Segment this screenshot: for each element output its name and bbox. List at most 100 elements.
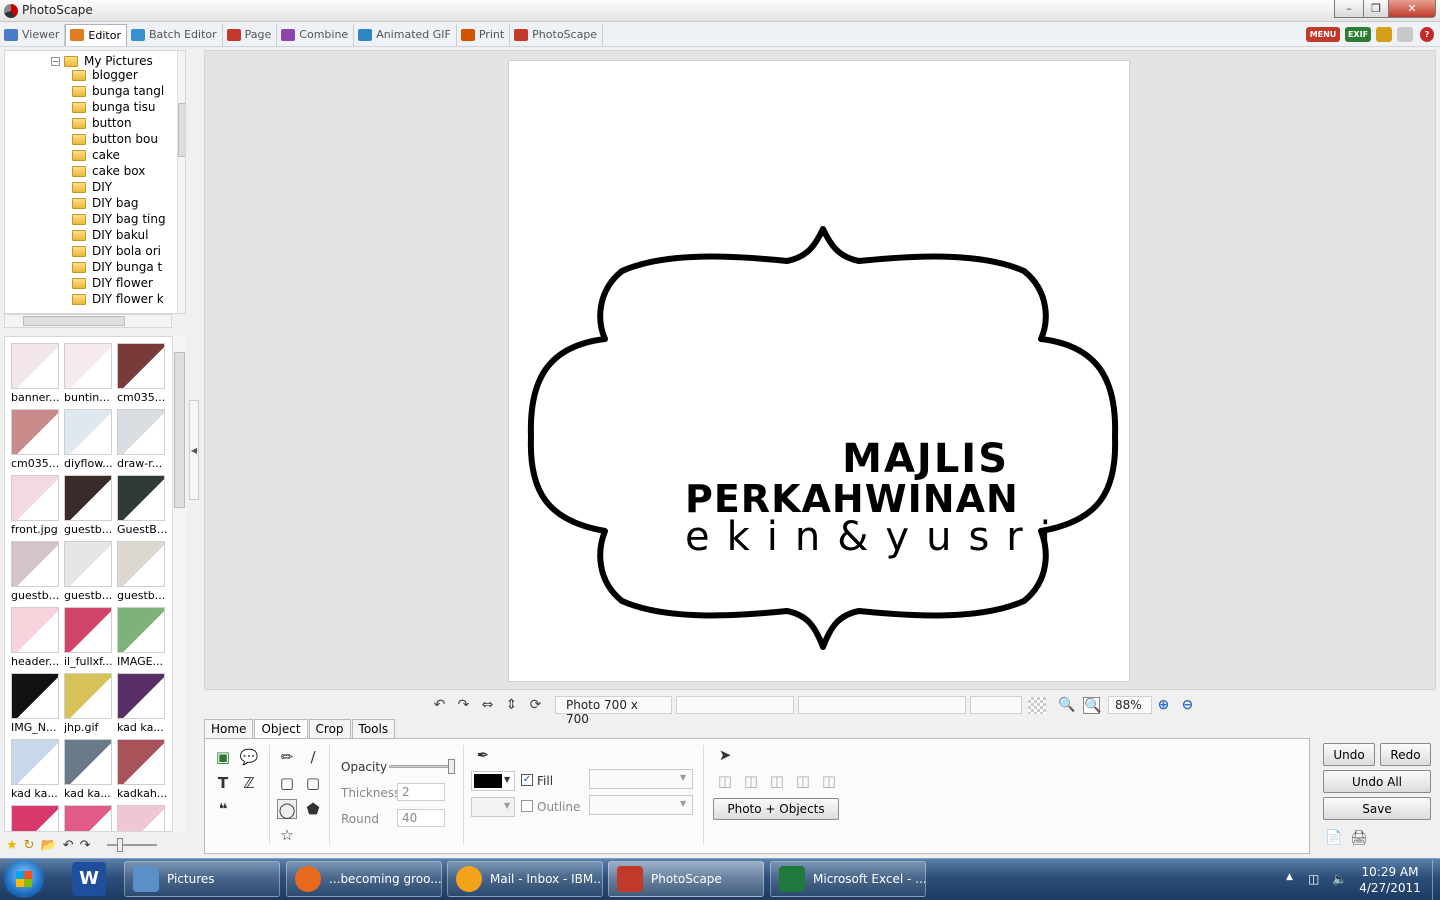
open-folder-icon[interactable]: 📂 bbox=[41, 838, 57, 853]
fill-style-dropdown[interactable]: ▼ bbox=[589, 769, 693, 789]
zoom-fit-icon[interactable]: 🔍 bbox=[1058, 697, 1075, 714]
tree-folder-item[interactable]: button bou bbox=[69, 131, 173, 147]
send-back-icon[interactable]: ◫ bbox=[767, 771, 787, 791]
zoom-actual-icon[interactable]: 🔍 bbox=[1083, 697, 1101, 714]
flip-horizontal-icon[interactable]: ⇔ bbox=[479, 697, 496, 714]
panel-tab-home[interactable]: Home bbox=[204, 719, 254, 739]
select-pointer-icon[interactable]: ➤ bbox=[715, 745, 735, 765]
flip-vertical-icon[interactable]: ⇕ bbox=[503, 697, 520, 714]
redo-button[interactable]: Redo bbox=[1380, 743, 1431, 766]
text-outline-icon[interactable]: ℤ bbox=[239, 773, 259, 793]
volume-icon[interactable]: 🔈 bbox=[1332, 872, 1347, 886]
tree-folder-item[interactable]: cake box bbox=[69, 163, 173, 179]
collapse-panel-handle[interactable]: ◀ bbox=[189, 400, 199, 500]
speech-balloon-icon[interactable]: 💬 bbox=[239, 747, 259, 767]
thumbnail-item[interactable]: guestb... bbox=[117, 541, 167, 602]
tree-folder-item[interactable]: +blogger bbox=[69, 67, 173, 83]
thumbnail-item[interactable]: jhp.gif bbox=[64, 673, 114, 734]
thumbnail-item[interactable] bbox=[117, 805, 167, 831]
thumbnail-item[interactable] bbox=[64, 805, 114, 831]
tab-photoscape[interactable]: PhotoScape bbox=[510, 23, 604, 46]
photo-canvas[interactable]: MAJLIS PERKAHWINAN ekin&yusri bbox=[508, 60, 1130, 682]
new-document-icon[interactable]: 📄 bbox=[1325, 830, 1342, 846]
eyedropper-icon[interactable]: ✒ bbox=[473, 745, 493, 765]
panel-tab-tools[interactable]: Tools bbox=[351, 719, 396, 739]
thumbnail-item[interactable]: guestb... bbox=[64, 475, 114, 536]
tree-folder-item[interactable]: bunga tisu bbox=[69, 99, 173, 115]
thumbnail-item[interactable]: il_fullxf... bbox=[64, 607, 114, 668]
close-icon[interactable]: ✕ bbox=[1388, 0, 1436, 18]
star-icon[interactable]: ☆ bbox=[277, 825, 297, 845]
refresh-icon[interactable]: ↻ bbox=[24, 838, 35, 853]
bring-front-icon[interactable]: ◫ bbox=[741, 771, 761, 791]
folder-tree[interactable]: −My Pictures +bloggerbunga tanglbunga ti… bbox=[4, 50, 186, 314]
tab-editor[interactable]: Editor bbox=[65, 23, 127, 46]
tree-folder-item[interactable]: DIY bunga t bbox=[69, 259, 173, 275]
tree-scroll-thumb[interactable] bbox=[178, 103, 185, 157]
outline-checkbox[interactable] bbox=[521, 800, 533, 812]
tab-combine[interactable]: Combine bbox=[277, 23, 355, 46]
insert-photo-icon[interactable]: ▣ bbox=[213, 747, 233, 767]
word-pinned-icon[interactable]: W bbox=[72, 862, 106, 896]
rotate-left-icon[interactable]: ↶ bbox=[431, 697, 448, 714]
exif-button[interactable]: EXIF bbox=[1345, 27, 1371, 42]
tree-folder-item[interactable]: bunga tangl bbox=[69, 83, 173, 99]
fill-checkbox[interactable]: ✓ bbox=[521, 774, 533, 786]
thumbnail-scrollbar[interactable] bbox=[172, 336, 186, 832]
taskbar-item[interactable]: ...becoming groo... bbox=[286, 861, 442, 897]
tree-folder-item[interactable]: DIY bbox=[69, 179, 173, 195]
taskbar-item[interactable]: PhotoScape bbox=[608, 861, 764, 897]
tree-horizontal-scrollbar[interactable] bbox=[4, 314, 172, 328]
slideshow-icon[interactable] bbox=[1376, 27, 1392, 42]
tab-batch-editor[interactable]: Batch Editor bbox=[127, 23, 223, 46]
rotate-free-icon[interactable]: ⟳ bbox=[527, 697, 544, 714]
canvas-text-names[interactable]: ekin&yusri bbox=[685, 515, 1051, 559]
save-button[interactable]: Save bbox=[1323, 797, 1431, 820]
tree-folder-item[interactable]: DIY bag ting bbox=[69, 211, 173, 227]
tree-vertical-scrollbar[interactable] bbox=[177, 51, 185, 313]
transparency-icon[interactable] bbox=[1028, 697, 1046, 714]
outline-style-dropdown[interactable]: ▼ bbox=[589, 795, 693, 815]
thumbnail-item[interactable]: front.jpg bbox=[11, 475, 61, 536]
panel-tab-object[interactable]: Object bbox=[254, 719, 308, 740]
tree-folder-item[interactable]: cake bbox=[69, 147, 173, 163]
tree-folder-item[interactable]: +DIY flower bbox=[69, 275, 173, 291]
network-icon[interactable]: ◫ bbox=[1308, 872, 1319, 886]
thumbnail-item[interactable]: cm035... bbox=[11, 409, 61, 470]
outline-color-picker[interactable]: ▼ bbox=[471, 797, 515, 817]
thumbnail-item[interactable]: GuestB... bbox=[117, 475, 167, 536]
photo-objects-button[interactable]: Photo + Objects bbox=[713, 798, 839, 820]
title-bar[interactable]: PhotoScape – ❐ ✕ bbox=[0, 0, 1440, 22]
tree-folder-item[interactable]: +DIY flower k bbox=[69, 291, 173, 307]
print-icon[interactable]: 🖨 bbox=[1350, 830, 1368, 846]
thumbnail-scroll-thumb[interactable] bbox=[174, 352, 185, 508]
favorite-star-icon[interactable]: ★ bbox=[6, 838, 18, 853]
panel-tab-crop[interactable]: Crop bbox=[308, 719, 351, 739]
thumbnail-item[interactable]: cm035... bbox=[117, 343, 167, 404]
help-icon[interactable]: ? bbox=[1420, 27, 1434, 42]
rotate-right-icon[interactable]: ↷ bbox=[455, 697, 472, 714]
line-icon[interactable]: ∕ bbox=[303, 747, 323, 767]
tree-hscroll-thumb[interactable] bbox=[23, 316, 125, 326]
thumbnail-item[interactable] bbox=[11, 805, 61, 831]
thumbnail-size-slider[interactable] bbox=[106, 838, 157, 852]
tab-print[interactable]: Print bbox=[457, 23, 511, 46]
window-mode-icon[interactable] bbox=[1397, 27, 1413, 42]
tab-animated-gif[interactable]: Animated GIF bbox=[354, 23, 457, 46]
thumbnail-item[interactable]: IMG_N... bbox=[11, 673, 61, 734]
zoom-in-icon[interactable]: ⊕ bbox=[1155, 697, 1172, 714]
thumbnail-item[interactable]: guestb... bbox=[11, 541, 61, 602]
thumbnail-item[interactable]: draw-r... bbox=[117, 409, 167, 470]
tree-folder-item[interactable]: button bbox=[69, 115, 173, 131]
fill-color-picker[interactable]: ▼ bbox=[471, 771, 515, 791]
show-desktop-button[interactable] bbox=[1432, 860, 1440, 900]
thumbnail-item[interactable]: diyflow... bbox=[64, 409, 114, 470]
freehand-draw-icon[interactable]: ✏ bbox=[277, 747, 297, 767]
thumbnail-item[interactable]: IMAGE... bbox=[117, 607, 167, 668]
tray-expand-icon[interactable]: ▲ bbox=[1286, 872, 1293, 882]
ellipse-icon[interactable]: ◯ bbox=[277, 799, 297, 819]
group-icon[interactable]: ◫ bbox=[793, 771, 813, 791]
system-clock[interactable]: 10:29 AM 4/27/2011 bbox=[1350, 864, 1430, 896]
taskbar-item[interactable]: Mail - Inbox - IBM... bbox=[447, 861, 603, 897]
thickness-stepper[interactable]: 2 bbox=[397, 783, 445, 801]
